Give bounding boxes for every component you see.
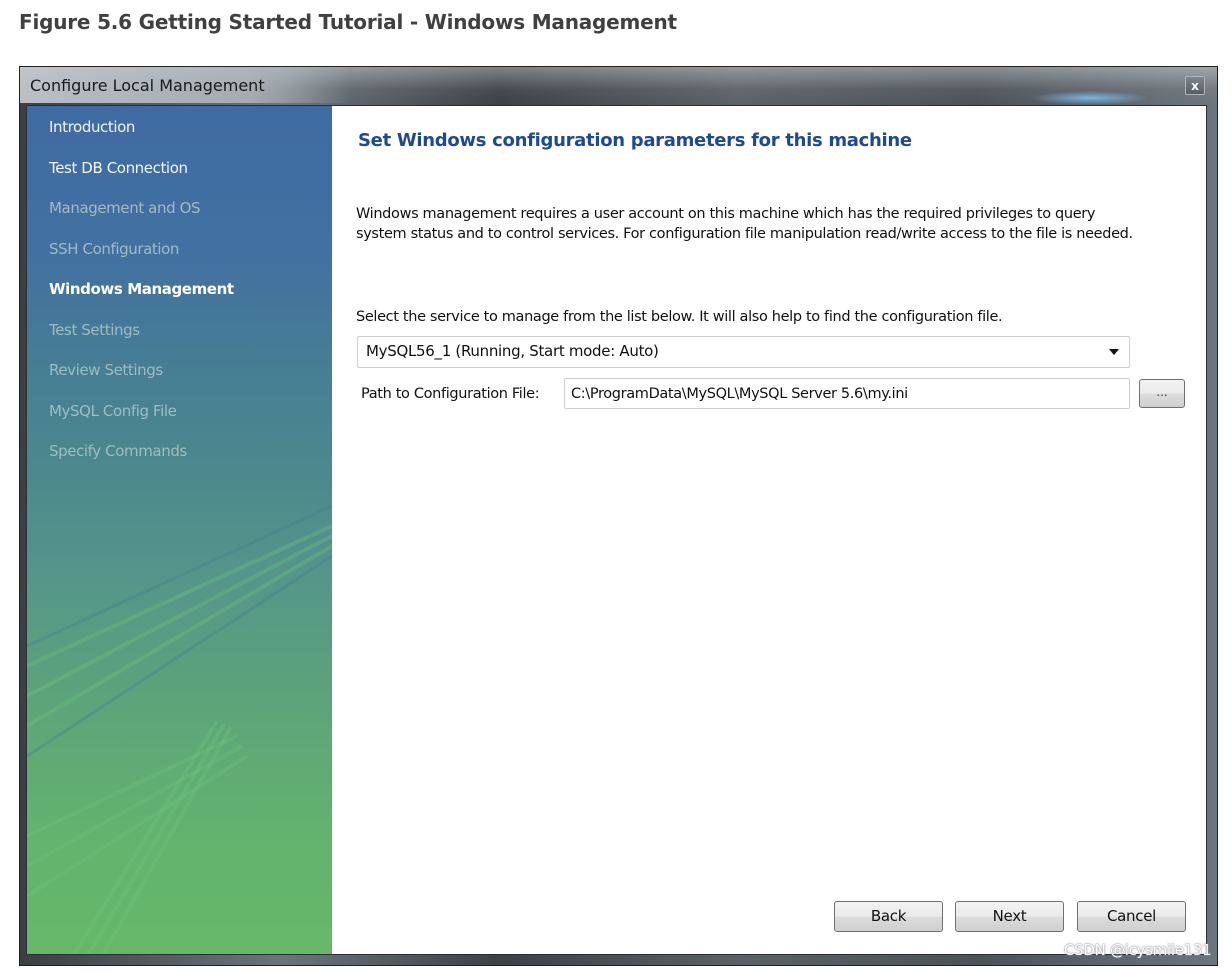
sidebar-item-test-db-connection[interactable]: Test DB Connection [49,159,234,200]
wizard-content: Set Windows configuration parameters for… [332,106,1206,954]
sidebar-item-mysql-config-file[interactable]: MySQL Config File [49,402,234,443]
wizard-steps: Introduction Test DB Connection Manageme… [49,118,234,483]
window-title: Configure Local Management [30,76,265,95]
service-dropdown[interactable]: MySQL56_1 (Running, Start mode: Auto) [357,336,1130,368]
watermark: CSDN @icysmile131 [1064,941,1212,959]
sidebar-item-review-settings[interactable]: Review Settings [49,361,234,402]
dialog-client-area: Introduction Test DB Connection Manageme… [26,105,1207,955]
decor-ray [27,504,332,648]
dropdown-arrow-icon [1109,349,1119,355]
cancel-button[interactable]: Cancel [1077,901,1186,932]
decor-ray [72,719,219,954]
decor-ray [86,722,226,954]
service-dropdown-value: MySQL56_1 (Running, Start mode: Auto) [366,342,659,360]
back-button[interactable]: Back [834,901,943,932]
decor-ray [27,554,332,758]
config-path-input[interactable] [564,378,1130,409]
wizard-sidebar: Introduction Test DB Connection Manageme… [27,106,332,954]
close-button[interactable]: x [1185,76,1205,95]
sidebar-item-management-and-os[interactable]: Management and OS [49,199,234,240]
close-icon: x [1191,79,1199,93]
dialog-window: Configure Local Management x Introductio… [19,66,1218,966]
titlebar-glow [1030,91,1150,105]
description-text: Windows management requires a user accou… [356,206,1133,242]
sidebar-item-windows-management[interactable]: Windows Management [49,280,234,321]
figure-caption: Figure 5.6 Getting Started Tutorial - Wi… [19,10,677,34]
config-path-label: Path to Configuration File: [361,386,540,402]
browse-button[interactable]: ... [1139,379,1185,408]
sidebar-item-introduction[interactable]: Introduction [49,118,234,159]
decor-ray [27,544,332,728]
sidebar-item-test-settings[interactable]: Test Settings [49,321,234,362]
service-select-label: Select the service to manage from the li… [356,309,1003,325]
sidebar-item-specify-commands[interactable]: Specify Commands [49,442,234,483]
page-heading: Set Windows configuration parameters for… [358,130,912,151]
decor-ray [27,734,238,838]
decor-ray [27,534,332,698]
sidebar-item-ssh-configuration[interactable]: SSH Configuration [49,240,234,281]
decor-ray [27,524,332,668]
next-button[interactable]: Next [955,901,1064,932]
